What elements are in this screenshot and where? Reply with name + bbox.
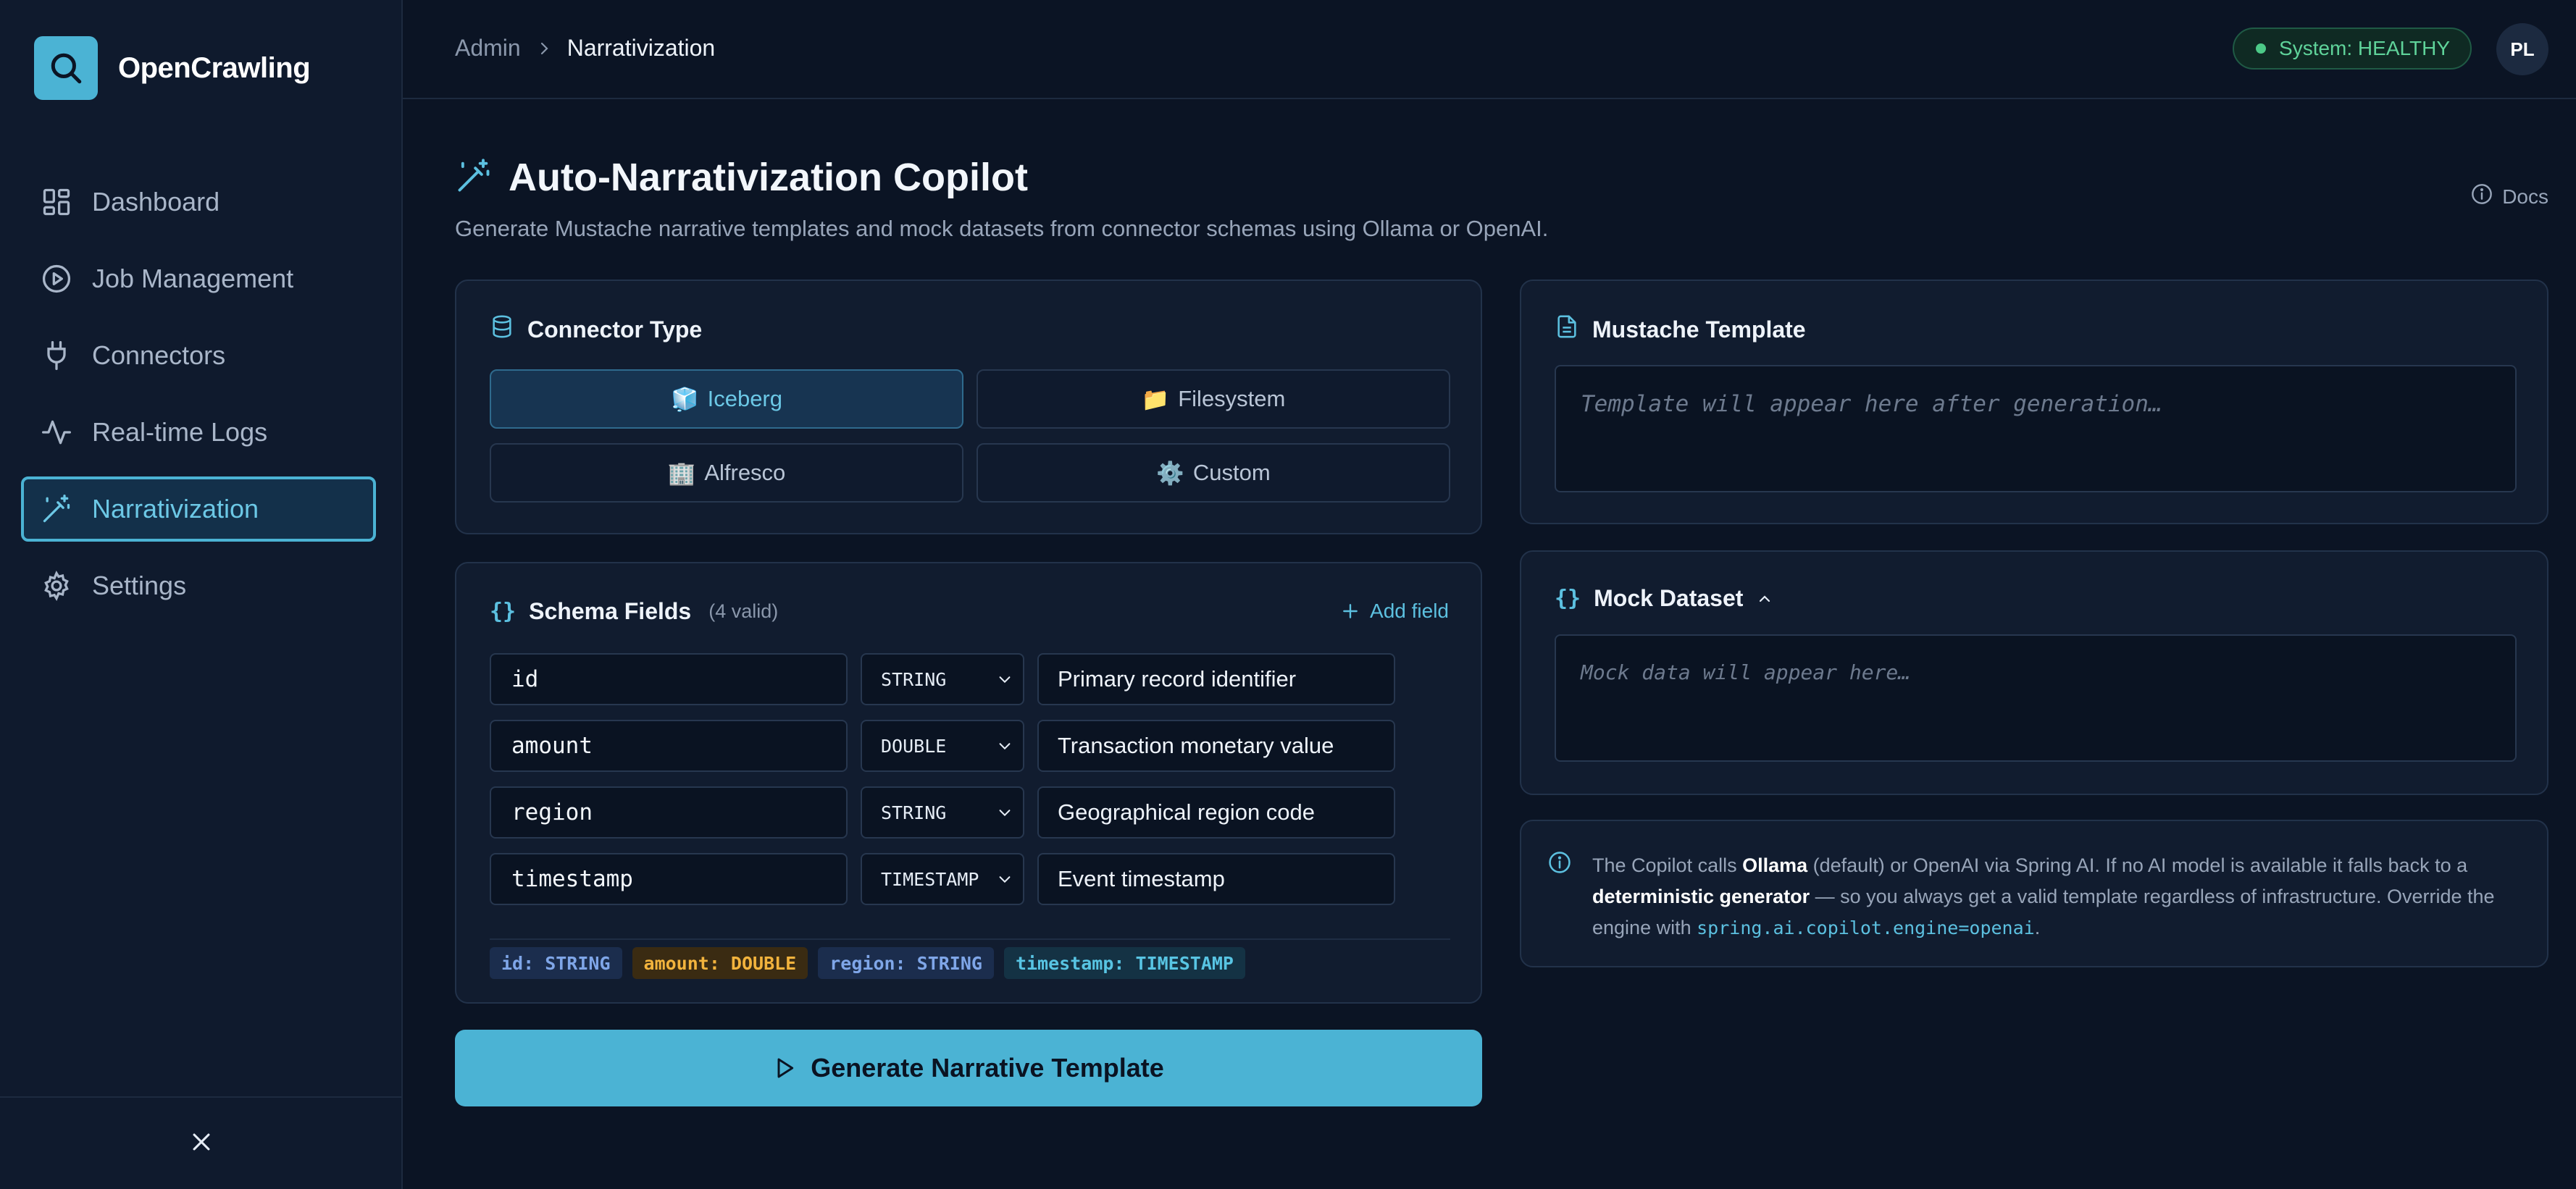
- field-name-input[interactable]: region: [490, 786, 848, 839]
- field-type-select[interactable]: DOUBLE: [861, 720, 1024, 772]
- breadcrumb: Admin Narrativization: [455, 35, 715, 62]
- schema-chip: region: STRING: [818, 947, 994, 979]
- schema-field-row: region STRING Geographical region code: [490, 786, 1395, 839]
- sidebar-footer: [0, 1096, 403, 1189]
- schema-chip: timestamp: TIMESTAMP: [1003, 947, 1245, 979]
- field-description-input[interactable]: Transaction monetary value: [1037, 720, 1395, 772]
- database-icon: [490, 314, 514, 345]
- chevron-right-icon: [535, 40, 553, 57]
- card-title: Mustache Template: [1555, 314, 1806, 345]
- close-icon[interactable]: [189, 1130, 214, 1158]
- chevron-down-icon: [999, 876, 1011, 883]
- field-name-input[interactable]: id: [490, 653, 848, 705]
- connector-type-card: Connector Type 🧊 Iceberg 📁 Filesystem 🏢 …: [455, 280, 1482, 534]
- sidebar-item-label: Job Management: [92, 264, 294, 293]
- schema-field-row: amount DOUBLE Transaction monetary value: [490, 720, 1395, 772]
- connector-options: 🧊 Iceberg 📁 Filesystem 🏢 Alfresco ⚙️ Cus…: [490, 369, 1450, 503]
- page-header: Auto-Narrativization Copilot Generate Mu…: [455, 155, 1548, 242]
- plus-icon: [1343, 604, 1358, 618]
- field-type-select[interactable]: STRING: [861, 653, 1024, 705]
- sidebar-item-settings[interactable]: Settings: [21, 553, 376, 618]
- sidebar-item-narrativization[interactable]: Narrativization: [21, 476, 376, 542]
- sidebar-item-real-time-logs[interactable]: Real-time Logs: [21, 400, 376, 465]
- chevron-up-icon[interactable]: [1756, 590, 1773, 608]
- sidebar-item-connectors[interactable]: Connectors: [21, 323, 376, 388]
- schema-chip: amount: DOUBLE: [632, 947, 808, 979]
- connector-option-filesystem[interactable]: 📁 Filesystem: [977, 369, 1450, 429]
- plug-icon: [40, 339, 73, 372]
- sidebar-item-label: Narrativization: [92, 494, 259, 524]
- file-text-icon: [1555, 314, 1579, 345]
- connector-option-alfresco[interactable]: 🏢 Alfresco: [490, 443, 963, 503]
- add-field-button[interactable]: Add field: [1341, 600, 1449, 623]
- field-description-input[interactable]: Geographical region code: [1037, 786, 1395, 839]
- field-description-input[interactable]: Event timestamp: [1037, 853, 1395, 905]
- sidebar: OpenCrawling Dashboard Job Management Co…: [0, 0, 403, 1189]
- dashboard-icon: [40, 185, 73, 219]
- template-output[interactable]: Template will appear here after generati…: [1555, 365, 2517, 492]
- schema-field-row: timestamp TIMESTAMP Event timestamp: [490, 853, 1395, 905]
- schema-field-row: id STRING Primary record identifier: [490, 653, 1395, 705]
- schema-summary-chips: id: STRING amount: DOUBLE region: STRING…: [490, 938, 1450, 979]
- search-icon: [34, 36, 98, 100]
- chevron-down-icon: [999, 676, 1011, 684]
- info-text: The Copilot calls Ollama (default) or Op…: [1592, 854, 2495, 938]
- activity-icon: [40, 416, 73, 449]
- magic-wand-icon: [455, 157, 493, 198]
- sidebar-item-label: Real-time Logs: [92, 417, 268, 447]
- mock-dataset-card: {} Mock Dataset Mock data will appear he…: [1520, 550, 2548, 795]
- topbar: Admin Narrativization System: HEALTHY PL: [403, 0, 2576, 99]
- card-title: Connector Type: [490, 314, 702, 345]
- status-badge: System: HEALTHY: [2233, 28, 2472, 70]
- play-icon: [777, 1058, 794, 1078]
- sidebar-item-label: Dashboard: [92, 187, 220, 217]
- sidebar-item-label: Settings: [92, 571, 187, 600]
- brand[interactable]: OpenCrawling: [34, 36, 311, 100]
- field-description-input[interactable]: Primary record identifier: [1037, 653, 1395, 705]
- info-icon: [2470, 182, 2493, 211]
- connector-option-iceberg[interactable]: 🧊 Iceberg: [490, 369, 963, 429]
- field-type-select[interactable]: STRING: [861, 786, 1024, 839]
- page-subtitle: Generate Mustache narrative templates an…: [455, 216, 1549, 241]
- magic-wand-icon: [40, 492, 73, 526]
- docs-label: Docs: [2502, 185, 2548, 208]
- field-name-input[interactable]: amount: [490, 720, 848, 772]
- page-title: Auto-Narrativization Copilot: [509, 156, 1028, 199]
- mock-data-output[interactable]: Mock data will appear here…: [1555, 634, 2517, 762]
- play-circle-icon: [40, 262, 73, 295]
- status-dot: [2256, 43, 2267, 54]
- chevron-down-icon: [999, 810, 1011, 817]
- schema-fields-card: {} Schema Fields (4 valid) Add field id …: [455, 562, 1482, 1004]
- schema-count: (4 valid): [708, 600, 779, 622]
- schema-field-rows: id STRING Primary record identifier amou…: [490, 653, 1395, 920]
- card-title[interactable]: {} Mock Dataset: [1555, 585, 1773, 612]
- breadcrumb-current: Narrativization: [566, 35, 716, 61]
- sidebar-nav: Dashboard Job Management Connectors Real…: [21, 169, 376, 630]
- field-name-input[interactable]: timestamp: [490, 853, 848, 905]
- braces-icon: {}: [1555, 586, 1581, 611]
- braces-icon: {}: [490, 599, 517, 624]
- connector-option-custom[interactable]: ⚙️ Custom: [977, 443, 1450, 503]
- generate-template-button[interactable]: Generate Narrative Template: [455, 1030, 1482, 1106]
- schema-chip: id: STRING: [490, 947, 622, 979]
- sidebar-item-label: Connectors: [92, 340, 226, 370]
- gear-icon: [40, 569, 73, 602]
- info-icon: [1547, 850, 1572, 878]
- avatar[interactable]: PL: [2496, 23, 2548, 75]
- field-type-select[interactable]: TIMESTAMP: [861, 853, 1024, 905]
- breadcrumb-admin[interactable]: Admin: [455, 35, 521, 62]
- info-note-card: The Copilot calls Ollama (default) or Op…: [1520, 820, 2548, 967]
- chevron-down-icon: [999, 743, 1011, 750]
- sidebar-item-dashboard[interactable]: Dashboard: [21, 169, 376, 235]
- card-title: {} Schema Fields (4 valid): [490, 598, 779, 624]
- app-name: OpenCrawling: [118, 51, 311, 84]
- mustache-template-card: Mustache Template Template will appear h…: [1520, 280, 2548, 524]
- sidebar-item-job-management[interactable]: Job Management: [21, 246, 376, 311]
- status-text: System: HEALTHY: [2279, 37, 2450, 59]
- docs-link[interactable]: Docs: [2470, 182, 2548, 211]
